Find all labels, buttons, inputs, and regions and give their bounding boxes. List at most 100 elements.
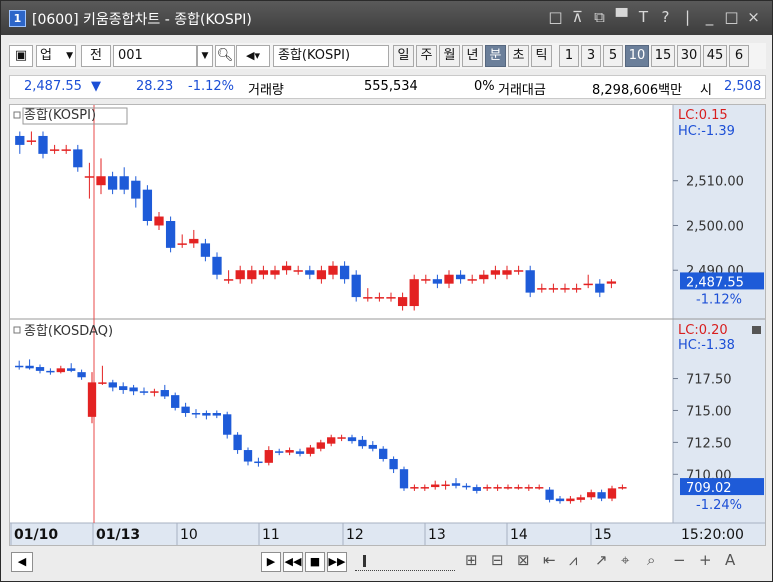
interval-button[interactable]: 6 (729, 45, 749, 67)
period-button[interactable]: 월 (439, 45, 460, 67)
window-control-icon[interactable]: □ (547, 8, 564, 26)
interval-button[interactable]: 30 (677, 45, 701, 67)
drawing-tool-icon[interactable]: ⊞ (465, 551, 478, 569)
amount-value: 8,298,606백만 (592, 83, 683, 98)
drawing-tool-icon[interactable]: ⊠ (517, 551, 530, 569)
window-control-icon[interactable]: ⊼ (569, 8, 586, 26)
window-control-icon[interactable]: × (745, 8, 762, 26)
pane-toggle-icon[interactable] (13, 326, 21, 334)
time-tick-label: 13 (428, 527, 446, 543)
candle-body (107, 176, 118, 190)
window-control-icon[interactable]: _ (701, 8, 718, 26)
code-dropdown-button[interactable]: ▼ (197, 45, 213, 67)
candle-body (337, 437, 346, 439)
candle-body (583, 283, 593, 286)
candle-body (316, 270, 327, 280)
chart-toolbar: ▣ 업 ▼ 전 001 ▼ 🔍︎ ◀▾ 종합(KOSPI) 일주월년분초틱 13… (9, 43, 766, 69)
candle-body (212, 413, 221, 416)
zoom-slider[interactable] (355, 554, 455, 571)
window-control-icon[interactable]: □ (723, 8, 740, 26)
candlestick-chart[interactable]: 2,490.002,500.002,510.002,487.55-1.12% 7… (10, 105, 765, 545)
window-controls: □ ⊼ ⧉ ▀ T? | _ □ × (547, 8, 762, 26)
chevron-down-icon: ▼ (66, 51, 73, 61)
time-readout: 15:20:00 (681, 527, 744, 543)
chart-area[interactable]: 2,490.00 2,500.00 2,510.00 2,487.55 -1.12% 7… (9, 104, 766, 546)
drawing-tool-icon[interactable]: − (673, 551, 686, 569)
rewind-icon[interactable]: ◀◀ (283, 552, 303, 572)
candle-body (597, 492, 606, 499)
price-change-pct: -1.12% (188, 79, 234, 94)
all-toggle-button[interactable]: 전 (81, 45, 111, 67)
code-input[interactable]: 001 (113, 45, 197, 67)
scroll-left-button[interactable]: ◀ (11, 552, 33, 572)
candle-body (165, 221, 176, 248)
interval-button[interactable]: 45 (703, 45, 727, 67)
candle-body (15, 135, 25, 145)
interval-button[interactable]: 3 (581, 45, 601, 67)
candle-body (389, 458, 398, 470)
chart-window: 1 [0600] 키움종합차트 - 종합(KOSPI) □ ⊼ ⧉ ▀ T? | _ □ × ▣… (0, 0, 773, 582)
candle-body (25, 365, 34, 369)
kosdaq-lc-label: LC:0.20 (678, 323, 728, 338)
pane-close-icon[interactable] (752, 326, 761, 334)
down-arrow-icon: ▼ (91, 79, 101, 94)
period-button[interactable]: 년 (462, 45, 483, 67)
fast-forward-icon[interactable]: ▶▶ (327, 552, 347, 572)
speaker-icon[interactable]: ◀▾ (236, 45, 270, 67)
candle-body (595, 283, 605, 293)
index-name-field[interactable]: 종합(KOSPI) (273, 45, 389, 67)
drawing-tool-icon[interactable]: ⩘ (569, 551, 577, 569)
drawing-tool-icon[interactable]: + (699, 551, 712, 569)
candle-body (258, 270, 269, 275)
window-control-icon[interactable]: | (679, 8, 696, 26)
candle-body (160, 390, 169, 397)
search-icon[interactable]: 🔍︎ (215, 45, 235, 67)
time-tick-label: 15 (594, 527, 612, 543)
period-button[interactable]: 틱 (531, 45, 552, 67)
candle-body (587, 492, 596, 498)
candle-body (420, 487, 429, 489)
window-control-icon[interactable]: ? (657, 8, 674, 26)
candle-body (339, 265, 350, 280)
window-control-icon[interactable]: ▀ (613, 8, 630, 26)
price-tick-label: 717.50 (686, 373, 732, 388)
play-icon[interactable]: ▶ (261, 552, 281, 572)
candle-body (46, 370, 55, 373)
period-button[interactable]: 주 (416, 45, 437, 67)
window-number-badge[interactable]: 1 (9, 10, 26, 27)
market-type-select[interactable]: 업 ▼ (36, 45, 76, 67)
drawing-tool-icon[interactable]: ⌕ (647, 551, 655, 569)
candle-body (421, 279, 431, 281)
window-control-icon[interactable]: ⧉ (591, 8, 608, 26)
interval-button[interactable]: 1 (559, 45, 579, 67)
drawing-tool-icon[interactable]: ⊟ (491, 551, 504, 569)
interval-button[interactable]: 5 (603, 45, 623, 67)
period-button[interactable]: 분 (485, 45, 506, 67)
interval-button[interactable]: 15 (651, 45, 675, 67)
candle-body (535, 487, 544, 489)
time-tick-label: 01/10 (14, 527, 58, 543)
current-change-label: -1.12% (696, 292, 742, 307)
price-tick-label: 715.00 (686, 404, 732, 419)
drawing-tool-icon[interactable]: ⇤ (543, 551, 556, 569)
candle-body (233, 434, 242, 451)
drawing-tool-icon[interactable]: A (725, 551, 735, 569)
candle-body (142, 189, 153, 221)
interval-button[interactable]: 10 (625, 45, 649, 67)
layout-icon[interactable]: ▣ (9, 45, 33, 67)
open-value: 2,508 (724, 79, 762, 94)
time-tick-label: 01/13 (96, 527, 140, 543)
candle-body (305, 270, 315, 275)
candle-body (293, 270, 303, 272)
zoom-slider-handle[interactable] (363, 555, 366, 567)
window-control-icon[interactable]: T (635, 8, 652, 26)
candle-body (571, 288, 582, 290)
period-button[interactable]: 일 (393, 45, 414, 67)
period-button[interactable]: 초 (508, 45, 529, 67)
pane-toggle-icon[interactable] (13, 111, 21, 119)
stop-icon[interactable]: ■ (305, 552, 325, 572)
candle-body (15, 365, 24, 368)
kospi-pane-title: 종합(KOSPI) (24, 108, 96, 123)
drawing-tool-icon[interactable]: ⌖ (621, 551, 629, 569)
drawing-tool-icon[interactable]: ↗ (595, 551, 608, 569)
